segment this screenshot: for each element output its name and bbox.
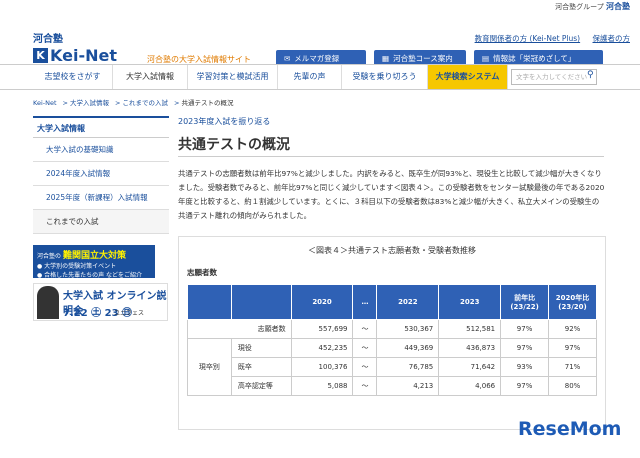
table-cell: 512,581 (438, 319, 502, 339)
article-body: 共通テストの志願者数は前年比97%と減少しました。内訳をみると、既卒生が同93%… (178, 169, 605, 220)
search-icon[interactable]: ⚲ (587, 70, 594, 80)
site-logo[interactable]: K Kei-Net (33, 46, 117, 65)
row-group: 現卒別 (187, 338, 232, 396)
applicants-table: 2020 … 2022 2023 前年比 (23/22) 2020年比 (23/… (187, 284, 597, 396)
group-text: 河合塾グループ (555, 3, 604, 11)
magazine-label: 情報誌「栄冠めざして」 (493, 54, 576, 63)
row-label: 現役 (230, 338, 292, 358)
banner2-event: ユニフェス (114, 310, 145, 317)
crumb-admission[interactable]: 大学入試情報 (70, 99, 109, 107)
promo-banner-online[interactable]: 大学入試 オンライン説明会 7.22 ㊏ 23 ㊐ ユニフェス (33, 283, 168, 321)
book-icon: ▤ (482, 54, 490, 63)
table-cell: 71% (548, 357, 597, 377)
row-label: 志願者数 (187, 319, 292, 339)
table-cell: 93% (500, 357, 550, 377)
figure-title: ＜図表４＞共通テスト志願者数・受験者数推移 (308, 246, 476, 255)
table-cell: 557,699 (290, 319, 354, 339)
table-cell: 80% (548, 376, 597, 396)
crumb-past[interactable]: これまでの入試 (123, 99, 169, 107)
main-nav: 志望校をさがす 大学入試情報 学習対策と模試活用 先輩の声 受験を乗り切ろう 大… (0, 64, 640, 90)
educator-link[interactable]: 教育関係者の方 (Kei-Net Plus) (475, 34, 581, 43)
header-col: … (352, 284, 378, 320)
nav-get-through[interactable]: 受験を乗り切ろう (342, 65, 428, 89)
nav-find-school[interactable]: 志望校をさがす (33, 65, 113, 89)
parents-link[interactable]: 保護者の方 (593, 34, 631, 43)
table-cell: 452,235 (290, 338, 354, 358)
table-row: 志願者数 557,699 ～ 530,367 512,581 97% 92% (187, 319, 597, 339)
banner-brand: 河合塾の 難関国立大対策 (37, 248, 151, 261)
resemom-watermark: ReseMom (518, 418, 622, 440)
header-group (187, 284, 232, 320)
header-label (230, 284, 292, 320)
article-kicker: 2023年度入試を振り返る (178, 117, 271, 126)
table-cell: 92% (548, 319, 597, 339)
table-row: 高卒認定等 5,088 ～ 4,213 4,066 97% 80% (188, 376, 597, 396)
table-cell: 530,367 (376, 319, 440, 339)
site-header: 河合塾 K Kei-Net 河合塾の大学入試情報サイト 教育関係者の方 (Kei-… (0, 12, 640, 68)
sidebar: 大学入試情報 大学入試の基礎知識 2024年度入試情報 2025年度（新課程）入… (33, 116, 169, 234)
table-cell: 5,088 (290, 376, 354, 396)
sidebar-heading[interactable]: 大学入試情報 (33, 116, 169, 138)
table-cell: 97% (500, 376, 550, 396)
nav-study-exams[interactable]: 学習対策と模試活用 (188, 65, 278, 89)
table-cell: ～ (352, 338, 378, 358)
table-cell: ～ (352, 357, 378, 377)
page-title: 共通テストの概況 (178, 137, 290, 153)
promo-banner-nankan[interactable]: 河合塾の 難関国立大対策 ● 大学別の受験対策イベント ● 合格した先輩たちの声… (33, 245, 155, 279)
header-col: 前年比 (23/22) (500, 284, 550, 320)
header-col: 2023 (438, 284, 502, 320)
banner-line2: ● 合格した先輩たちの声 などをご紹介 (37, 272, 143, 279)
crumb-current: 共通テストの概況 (181, 99, 234, 107)
table-row: 既卒 100,376 ～ 76,785 71,642 93% 71% (188, 357, 597, 377)
table-cell: 97% (500, 338, 550, 358)
header-links: 教育関係者の方 (Kei-Net Plus) 保護者の方 (465, 33, 630, 44)
table-cell: 436,873 (438, 338, 502, 358)
figure-subtitle: 志願者数 (187, 268, 217, 277)
row-label: 既卒 (230, 357, 292, 377)
grid-icon: ▦ (382, 54, 390, 63)
banner-line1: ● 大学別の受験対策イベント (37, 263, 117, 270)
sidebar-item-basics[interactable]: 大学入試の基礎知識 (33, 138, 169, 162)
sidebar-item-past[interactable]: これまでの入試 (33, 210, 169, 234)
title-divider (178, 156, 604, 157)
logo-japanese: 河合塾 (33, 34, 63, 45)
table-cell: 97% (548, 338, 597, 358)
banner-brand-text: 河合塾の (37, 253, 62, 260)
newsletter-label: メルマガ登録 (294, 54, 340, 63)
search-input[interactable]: 文字を入力してください (511, 69, 597, 85)
table-cell: 71,642 (438, 357, 502, 377)
table-cell: 100,376 (290, 357, 354, 377)
breadcrumb: Kei-Net > 大学入試情報 > これまでの入試 > 共通テストの概況 (33, 99, 234, 107)
header-col: 2020年比 (23/20) (548, 284, 597, 320)
nav-senior-voices[interactable]: 先輩の声 (278, 65, 342, 89)
nav-admission-info[interactable]: 大学入試情報 (113, 65, 188, 89)
top-bar: 河合塾グループ 河合塾 (0, 0, 640, 12)
logo-mark-icon: K (33, 48, 48, 63)
header-col: 2020 (290, 284, 354, 320)
group-label[interactable]: 河合塾グループ 河合塾 (555, 1, 630, 12)
table-cell: 4,213 (376, 376, 440, 396)
table-cell: 449,369 (376, 338, 440, 358)
person-image (37, 286, 59, 319)
course-guide-label: 河合塾コース案内 (393, 54, 453, 63)
logo-text: Kei-Net (50, 46, 117, 65)
figure-box: ＜図表４＞共通テスト志願者数・受験者数推移 志願者数 2020 … 2022 2… (178, 236, 606, 430)
mail-icon: ✉ (284, 54, 291, 63)
banner-title: 難関国立大対策 (62, 251, 126, 261)
table-cell: ～ (352, 319, 378, 339)
group-brand: 河合塾 (606, 2, 630, 11)
table-row: 現卒別 現役 452,235 ～ 449,369 436,873 97% 97% (187, 338, 597, 396)
table-cell: 76,785 (376, 357, 440, 377)
sidebar-item-2024[interactable]: 2024年度入試情報 (33, 162, 169, 186)
table-header-row: 2020 … 2022 2023 前年比 (23/22) 2020年比 (23/… (187, 284, 597, 320)
table-cell: 97% (500, 319, 550, 339)
table-cell: ～ (352, 376, 378, 396)
table-cell: 4,066 (438, 376, 502, 396)
nav-university-search[interactable]: 大学検索システム (428, 65, 508, 89)
sidebar-item-2025[interactable]: 2025年度（新課程）入試情報 (33, 186, 169, 210)
crumb-home[interactable]: Kei-Net (33, 99, 57, 107)
header-col: 2022 (376, 284, 440, 320)
row-label: 高卒認定等 (230, 376, 292, 396)
